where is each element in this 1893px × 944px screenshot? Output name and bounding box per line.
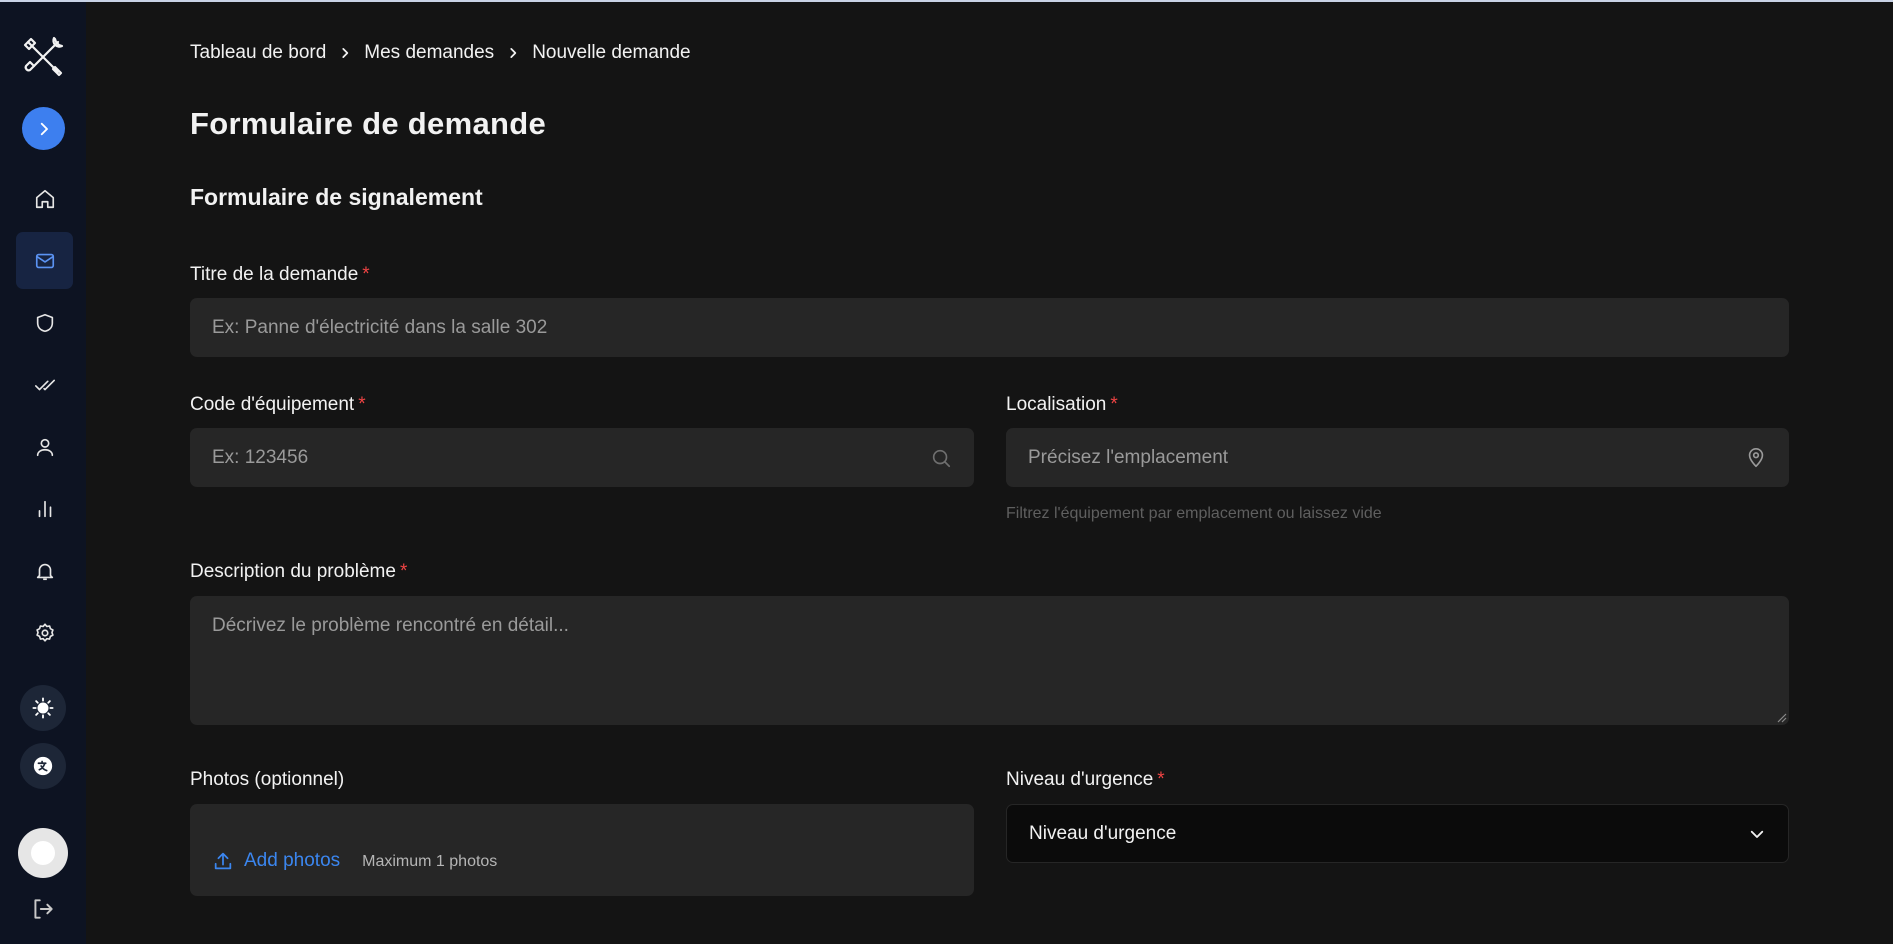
- sidebar-item-security[interactable]: [16, 294, 73, 351]
- sidebar-item-settings[interactable]: [16, 604, 73, 661]
- location-input[interactable]: Précisez l'emplacement: [1006, 428, 1789, 487]
- upload-icon: [214, 852, 232, 870]
- gear-icon: [35, 622, 54, 642]
- language-toggle-button[interactable]: [20, 743, 66, 789]
- title-input[interactable]: Ex: Panne d'électricité dans la salle 30…: [190, 298, 1789, 357]
- map-pin-icon: [1745, 447, 1767, 469]
- breadcrumb-my-requests[interactable]: Mes demandes: [364, 42, 494, 64]
- description-placeholder: Décrivez le problème rencontré en détail…: [212, 615, 569, 636]
- language-icon: [33, 756, 53, 776]
- sidebar-item-validations[interactable]: [16, 356, 73, 413]
- theme-toggle-button[interactable]: [20, 685, 66, 731]
- chevron-right-icon: [338, 46, 352, 60]
- description-textarea[interactable]: Décrivez le problème rencontré en détail…: [190, 596, 1789, 725]
- mail-icon: [35, 253, 54, 268]
- sidebar-item-notifications[interactable]: [16, 542, 73, 599]
- sidebar: [0, 2, 86, 944]
- photos-max-note: Maximum 1 photos: [362, 853, 498, 870]
- sidebar-item-statistics[interactable]: [16, 480, 73, 537]
- double-check-icon: [34, 379, 55, 390]
- avatar[interactable]: [18, 828, 68, 878]
- breadcrumb: Tableau de bord Mes demandes Nouvelle de…: [190, 42, 691, 64]
- title-placeholder: Ex: Panne d'électricité dans la salle 30…: [212, 316, 548, 338]
- window-top-border: [0, 0, 1893, 2]
- bell-icon: [36, 563, 53, 580]
- location-label: Localisation *: [1006, 394, 1118, 415]
- photos-dropzone[interactable]: Add photos Maximum 1 photos: [190, 804, 974, 896]
- sidebar-item-profile[interactable]: [16, 418, 73, 475]
- photos-label: Photos (optionnel): [190, 769, 345, 790]
- description-label: Description du problème *: [190, 561, 408, 582]
- search-icon[interactable]: [930, 447, 952, 469]
- tools-logo-icon: [20, 34, 66, 80]
- equipment-code-placeholder: Ex: 123456: [212, 446, 309, 468]
- home-icon: [35, 189, 54, 208]
- chevron-down-icon: [1750, 830, 1764, 838]
- title-label: Titre de la demande *: [190, 264, 370, 285]
- chevron-right-icon: [506, 46, 520, 60]
- resize-handle-icon[interactable]: [1775, 711, 1787, 723]
- location-placeholder: Précisez l'emplacement: [1028, 446, 1229, 468]
- section-title: Formulaire de signalement: [190, 184, 483, 210]
- sidebar-expand-button[interactable]: [22, 107, 65, 150]
- breadcrumb-current: Nouvelle demande: [532, 42, 691, 63]
- breadcrumb-dashboard[interactable]: Tableau de bord: [190, 42, 326, 64]
- bar-chart-icon: [38, 500, 51, 517]
- page-title: Formulaire de demande: [190, 106, 547, 141]
- shield-icon: [36, 313, 53, 332]
- user-icon: [36, 438, 53, 456]
- sidebar-item-requests[interactable]: [16, 232, 73, 289]
- urgency-select[interactable]: Niveau d'urgence: [1006, 804, 1789, 863]
- sun-icon: [32, 697, 54, 719]
- logout-button[interactable]: [30, 896, 56, 922]
- urgency-selected-value: Niveau d'urgence: [1029, 822, 1177, 844]
- add-photos-button[interactable]: Add photos: [212, 850, 340, 872]
- chevron-right-icon: [40, 122, 48, 135]
- urgency-label: Niveau d'urgence *: [1006, 769, 1165, 790]
- equipment-code-input[interactable]: Ex: 123456: [190, 428, 974, 487]
- logout-icon: [34, 899, 53, 919]
- add-photos-label: Add photos: [244, 850, 341, 871]
- equipment-code-label: Code d'équipement *: [190, 394, 366, 415]
- sidebar-item-home[interactable]: [16, 170, 73, 227]
- location-hint: Filtrez l'équipement par emplacement ou …: [1006, 505, 1382, 522]
